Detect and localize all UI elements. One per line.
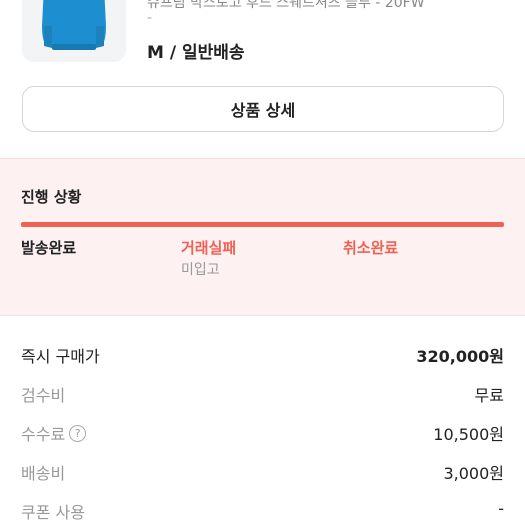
step-trade-failed: 거래실패 bbox=[181, 239, 237, 257]
price-row-coupon: 쿠폰 사용 - bbox=[21, 499, 504, 523]
price-label: 검수비 bbox=[21, 386, 66, 405]
product-name: 슈프림 박스로고 후드 스웨트셔츠 블루 - 20FW bbox=[147, 0, 425, 11]
price-label: 즉시 구매가 bbox=[21, 347, 100, 366]
price-label: 수수료 bbox=[21, 425, 66, 444]
price-value: 무료 bbox=[474, 386, 504, 405]
progress-bar bbox=[21, 222, 504, 227]
price-value: 10,500원 bbox=[433, 425, 504, 444]
price-row-commission: 수수료 ? 10,500원 bbox=[21, 421, 504, 445]
product-option: M / 일반배송 bbox=[147, 43, 245, 63]
price-row-buy-now: 즉시 구매가 320,000원 bbox=[21, 343, 504, 367]
price-row-shipping-fee: 배송비 3,000원 bbox=[21, 460, 504, 484]
step-cancelled: 취소완료 bbox=[343, 239, 399, 257]
product-thumbnail[interactable] bbox=[22, 0, 126, 62]
product-subtext: - bbox=[147, 10, 153, 26]
progress-bar-fill bbox=[21, 222, 504, 227]
progress-section: 진행 상황 발송완료 거래실패 취소완료 미입고 bbox=[0, 158, 525, 316]
price-row-inspection-fee: 검수비 무료 bbox=[21, 382, 504, 406]
product-detail-button[interactable]: 상품 상세 bbox=[22, 86, 504, 132]
price-value: 320,000원 bbox=[416, 347, 504, 366]
price-value: 3,000원 bbox=[443, 464, 504, 483]
progress-title: 진행 상황 bbox=[21, 188, 82, 206]
price-value: - bbox=[498, 499, 504, 518]
help-icon[interactable]: ? bbox=[69, 424, 87, 442]
step-note: 미입고 bbox=[181, 262, 220, 278]
price-label: 배송비 bbox=[21, 464, 66, 483]
product-summary: 슈프림 박스로고 후드 스웨트셔츠 블루 - 20FW - M / 일반배송 bbox=[0, 0, 525, 78]
hoodie-image bbox=[42, 0, 106, 50]
price-label-wrap: 수수료 ? bbox=[21, 421, 87, 445]
step-shipped: 발송완료 bbox=[21, 239, 77, 257]
price-label: 쿠폰 사용 bbox=[21, 503, 85, 522]
